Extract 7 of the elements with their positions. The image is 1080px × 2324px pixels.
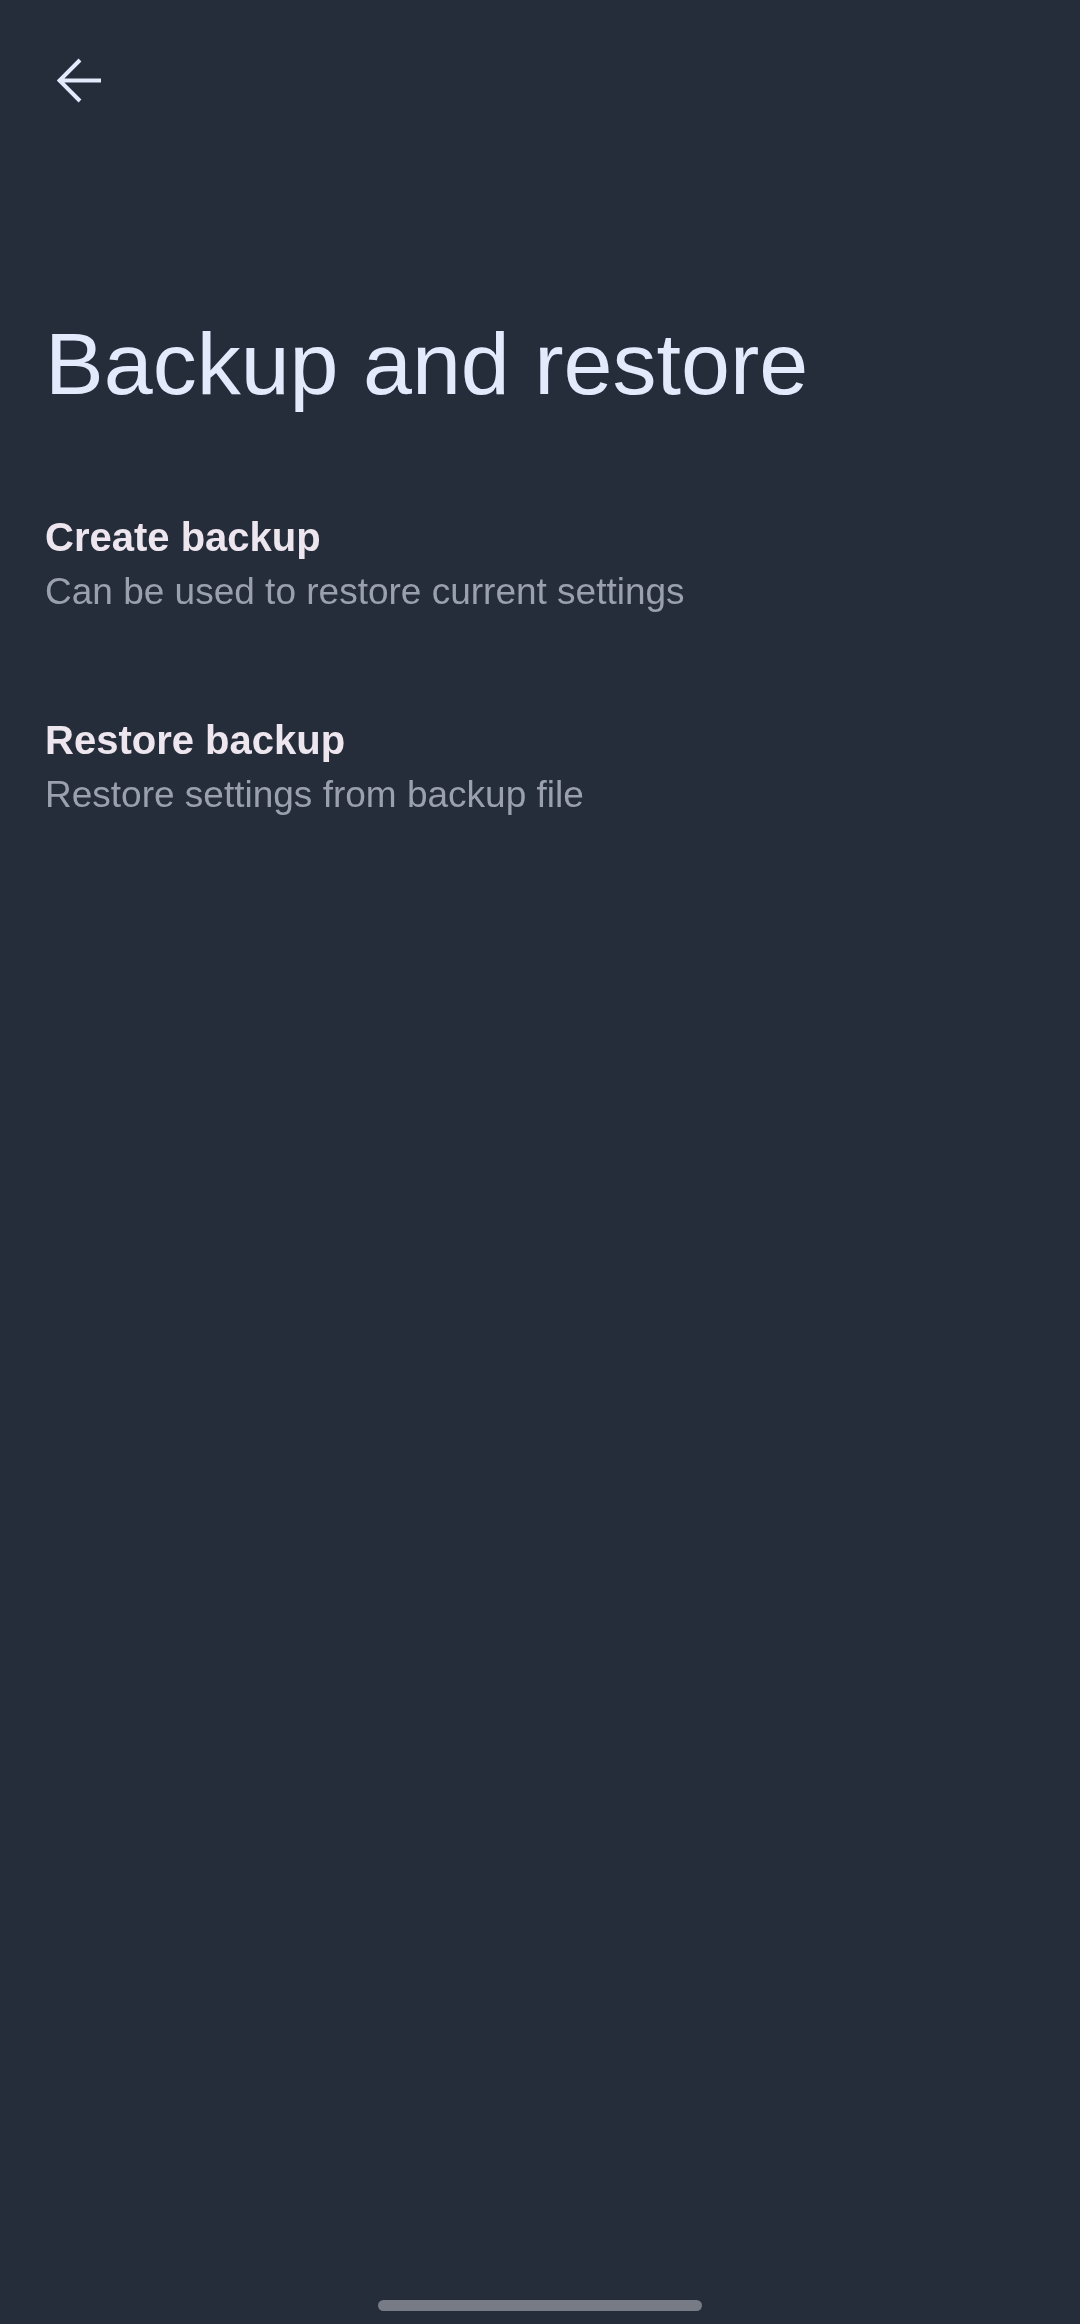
arrow-left-icon	[57, 58, 102, 103]
option-description: Restore settings from backup file	[45, 773, 584, 817]
option-title[interactable]: Create backup	[45, 513, 321, 561]
page-title: Backup and restore	[45, 313, 810, 415]
option-description: Can be used to restore current settings	[45, 570, 685, 614]
back-button[interactable]	[57, 58, 102, 103]
option-title[interactable]: Restore backup	[45, 716, 346, 764]
